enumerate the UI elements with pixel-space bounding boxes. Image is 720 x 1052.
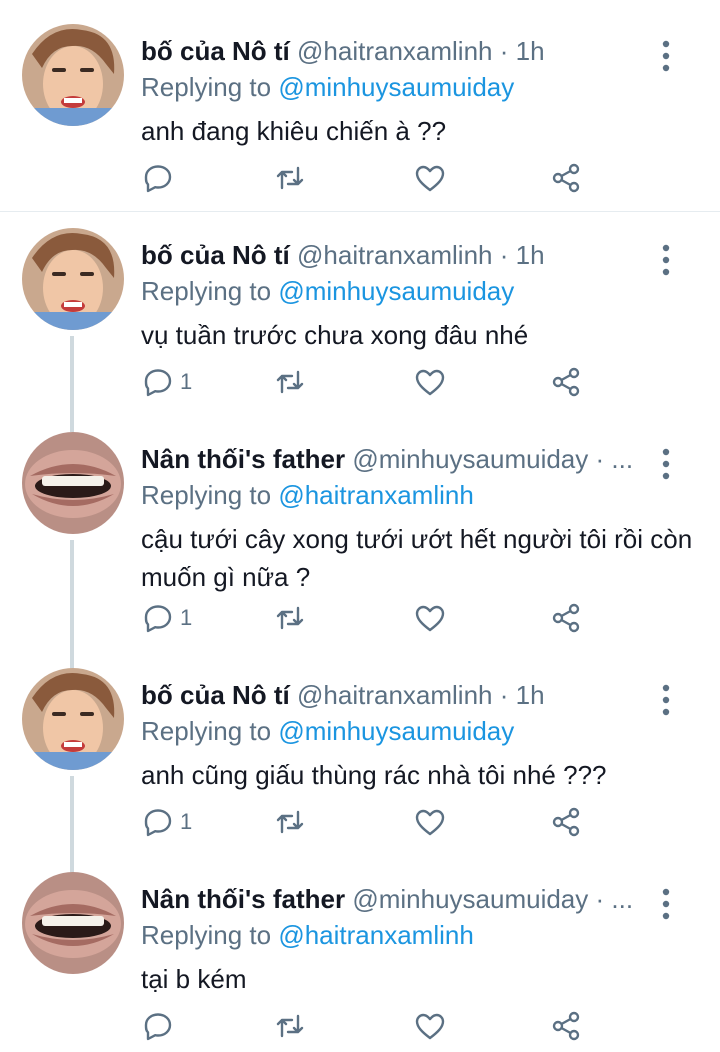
tweet-actions: 1	[0, 802, 720, 842]
retweet-button[interactable]	[274, 1006, 306, 1046]
tweet-text: cậu tưới cây xong tưới ướt hết người tôi…	[141, 524, 693, 592]
more-vertical-icon[interactable]	[654, 242, 678, 278]
author-handle[interactable]: @haitranxamlinh · 1h	[297, 680, 545, 710]
heart-icon	[414, 162, 446, 194]
retweet-icon	[274, 602, 306, 634]
retweet-icon	[274, 1010, 306, 1042]
heart-icon	[414, 366, 446, 398]
author-handle[interactable]: @haitranxamlinh · 1h	[297, 240, 545, 270]
tweet-actions: 1	[0, 598, 720, 638]
replying-to-label: Replying to	[141, 276, 272, 306]
more-vertical-icon[interactable]	[654, 446, 678, 482]
tweet-actions: 1	[0, 362, 720, 402]
tweet-actions	[0, 158, 720, 198]
author-handle[interactable]: @minhuysaumuiday · ...	[352, 444, 633, 474]
tweet-header: Nân thối's father @minhuysaumuiday · ...	[141, 444, 641, 475]
like-button[interactable]	[414, 598, 446, 638]
reply-button[interactable]: 1	[142, 598, 192, 638]
replying-to: Replying to @minhuysaumuiday	[141, 716, 514, 747]
like-button[interactable]	[414, 1006, 446, 1046]
retweet-icon	[274, 366, 306, 398]
tweet-text: tại b kém	[141, 964, 247, 994]
avatar[interactable]	[22, 432, 124, 534]
author-name[interactable]: bố của Nô tí	[141, 240, 290, 270]
replying-to-label: Replying to	[141, 920, 272, 950]
share-icon	[550, 162, 582, 194]
tweet-text: anh cũng giấu thùng rác nhà tôi nhé ???	[141, 760, 607, 790]
reply-target-link[interactable]: @haitranxamlinh	[278, 920, 473, 950]
reply-icon	[142, 806, 174, 838]
author-name[interactable]: bố của Nô tí	[141, 36, 290, 66]
avatar[interactable]	[22, 872, 124, 974]
tweet-header: bố của Nô tí @haitranxamlinh · 1h	[141, 36, 641, 67]
share-icon	[550, 602, 582, 634]
retweet-icon	[274, 162, 306, 194]
heart-icon	[414, 1010, 446, 1042]
replying-to-label: Replying to	[141, 480, 272, 510]
reply-icon	[142, 602, 174, 634]
tweet-header: bố của Nô tí @haitranxamlinh · 1h	[141, 240, 641, 271]
author-name[interactable]: bố của Nô tí	[141, 680, 290, 710]
share-button[interactable]	[550, 362, 582, 402]
reply-target-link[interactable]: @minhuysaumuiday	[278, 716, 514, 746]
share-icon	[550, 366, 582, 398]
heart-icon	[414, 602, 446, 634]
more-vertical-icon[interactable]	[654, 38, 678, 74]
tweet-header: bố của Nô tí @haitranxamlinh · 1h	[141, 680, 641, 711]
avatar[interactable]	[22, 228, 124, 330]
replying-to: Replying to @minhuysaumuiday	[141, 276, 514, 307]
share-button[interactable]	[550, 598, 582, 638]
retweet-button[interactable]	[274, 362, 306, 402]
reply-button[interactable]	[142, 158, 180, 198]
replying-to: Replying to @haitranxamlinh	[141, 480, 474, 511]
author-name[interactable]: Nân thối's father	[141, 884, 345, 914]
reply-icon	[142, 1010, 174, 1042]
reply-button[interactable]	[142, 1006, 180, 1046]
reply-target-link[interactable]: @minhuysaumuiday	[278, 276, 514, 306]
heart-icon	[414, 806, 446, 838]
author-handle[interactable]: @minhuysaumuiday · ...	[352, 884, 633, 914]
reply-target-link[interactable]: @haitranxamlinh	[278, 480, 473, 510]
replying-to-label: Replying to	[141, 716, 272, 746]
share-button[interactable]	[550, 158, 582, 198]
author-name[interactable]: Nân thối's father	[141, 444, 345, 474]
tweet-header: Nân thối's father @minhuysaumuiday · ...	[141, 884, 641, 915]
share-icon	[550, 1010, 582, 1042]
tweet-text: anh đang khiêu chiến à ??	[141, 116, 447, 146]
reply-target-link[interactable]: @minhuysaumuiday	[278, 72, 514, 102]
replying-to: Replying to @minhuysaumuiday	[141, 72, 514, 103]
more-vertical-icon[interactable]	[654, 682, 678, 718]
reply-count: 1	[180, 605, 193, 630]
reply-count: 1	[180, 809, 193, 834]
reply-icon	[142, 162, 174, 194]
tweet-actions	[0, 1006, 720, 1046]
replying-to: Replying to @haitranxamlinh	[141, 920, 474, 951]
replying-to-label: Replying to	[141, 72, 272, 102]
share-button[interactable]	[550, 802, 582, 842]
retweet-button[interactable]	[274, 802, 306, 842]
share-icon	[550, 806, 582, 838]
like-button[interactable]	[414, 802, 446, 842]
reply-count: 1	[180, 369, 193, 394]
author-handle[interactable]: @haitranxamlinh · 1h	[297, 36, 545, 66]
share-button[interactable]	[550, 1006, 582, 1046]
reply-button[interactable]: 1	[142, 802, 192, 842]
avatar[interactable]	[22, 24, 124, 126]
divider	[0, 211, 720, 212]
retweet-button[interactable]	[274, 158, 306, 198]
reply-button[interactable]: 1	[142, 362, 192, 402]
retweet-icon	[274, 806, 306, 838]
retweet-button[interactable]	[274, 598, 306, 638]
tweet-text: vụ tuần trước chưa xong đâu nhé	[141, 320, 529, 350]
more-vertical-icon[interactable]	[654, 886, 678, 922]
like-button[interactable]	[414, 158, 446, 198]
reply-icon	[142, 366, 174, 398]
like-button[interactable]	[414, 362, 446, 402]
avatar[interactable]	[22, 668, 124, 770]
